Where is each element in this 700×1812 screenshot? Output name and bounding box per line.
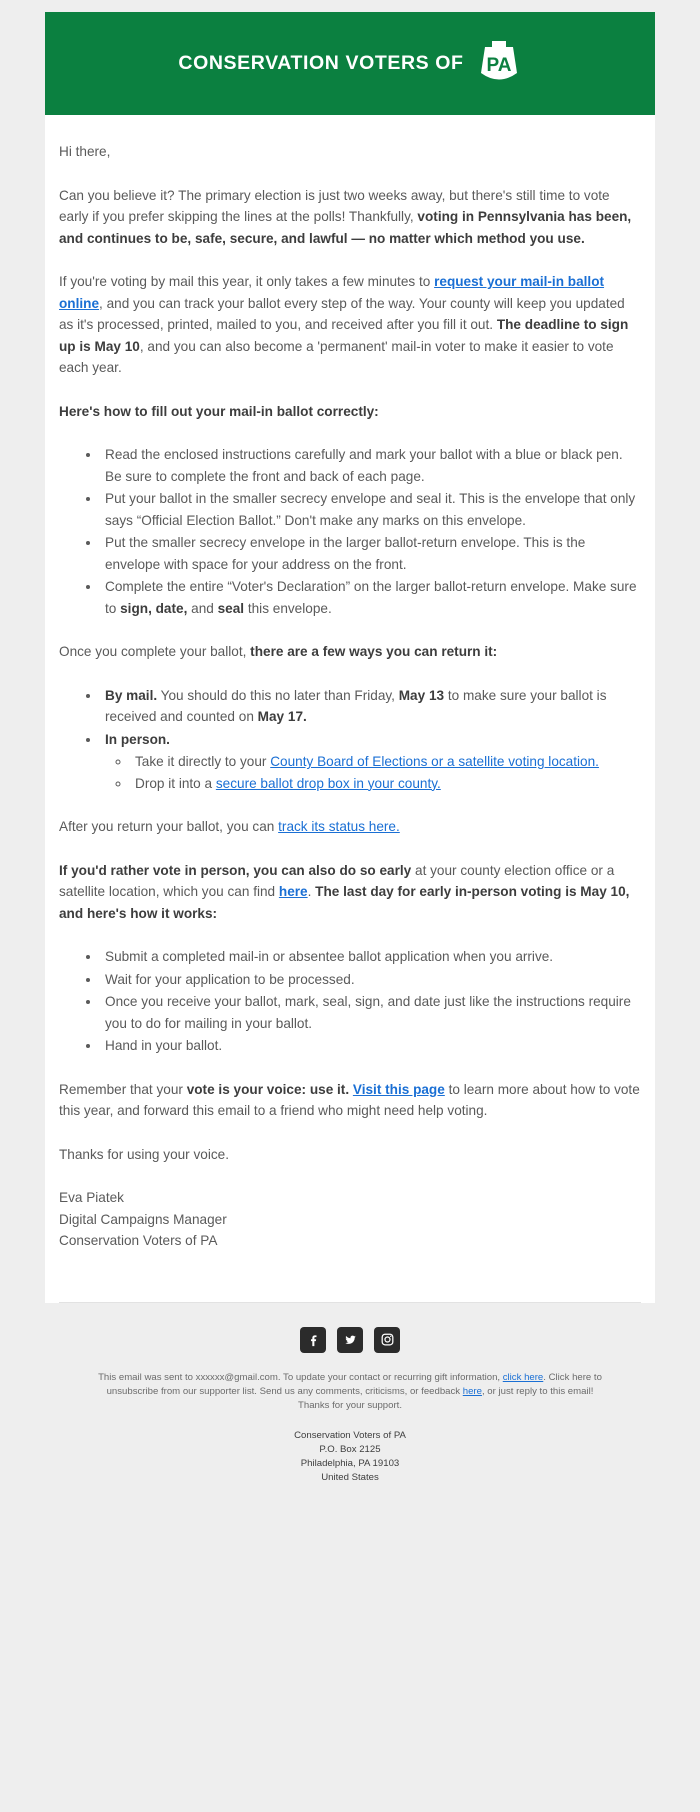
brand-name: CONSERVATION VOTERS OF [178, 52, 464, 74]
list-item: In person. Take it directly to your Coun… [101, 729, 641, 795]
sub-item-1-text: Take it directly to your [135, 754, 271, 769]
howto-heading-text: Here's how to fill out your mail-in ball… [59, 403, 379, 419]
howto-item-4-sign-date: sign, date, [120, 600, 188, 616]
list-item: Submit a completed mail-in or absentee b… [101, 946, 641, 968]
signature-name: Eva Piatek [59, 1190, 124, 1205]
early-voting-emphasis-1: If you'd rather vote in person, you can … [59, 862, 412, 878]
by-mail-text-a: You should do this no later than Friday, [157, 687, 399, 703]
email-container: CONSERVATION VOTERS OF PA Hi there, Can … [0, 0, 700, 1511]
email-header: CONSERVATION VOTERS OF PA [45, 12, 655, 115]
pa-keystone-icon: PA [476, 41, 522, 86]
address-line-2: P.O. Box 2125 [319, 1443, 381, 1455]
list-item: Put the smaller secrecy envelope in the … [101, 532, 641, 575]
mail-ballot-paragraph: If you're voting by mail this year, it o… [59, 271, 641, 379]
fineprint-a: This email was sent to [98, 1371, 196, 1383]
sub-item-2-text: Drop it into a [135, 775, 216, 791]
list-item: Complete the entire “Voter's Declaration… [101, 576, 641, 619]
in-person-sublist: Take it directly to your County Board of… [105, 751, 641, 794]
list-item: Once you receive your ballot, mark, seal… [101, 991, 641, 1034]
early-item-1: Submit a completed mail-in or absentee b… [105, 949, 554, 964]
address-line-1: Conservation Voters of PA [294, 1429, 406, 1441]
signature-title: Digital Campaigns Manager [59, 1211, 227, 1227]
email-footer: This email was sent to xxxxxx@gmail.com.… [45, 1302, 655, 1511]
early-voting-paragraph: If you'd rather vote in person, you can … [59, 860, 641, 925]
return-intro-text: Once you complete your ballot, [59, 644, 251, 659]
closing-paragraph: Remember that your vote is your voice: u… [59, 1079, 641, 1122]
address-line-3: Philadelphia, PA 19103 [300, 1457, 400, 1469]
track-status-text: After you return your ballot, you can [59, 819, 279, 834]
howto-item-3: Put the smaller secrecy envelope in the … [105, 535, 586, 572]
list-item: Take it directly to your County Board of… [131, 751, 641, 773]
list-item: Read the enclosed instructions carefully… [101, 444, 641, 487]
instagram-icon[interactable] [374, 1326, 400, 1353]
howto-heading: Here's how to fill out your mail-in ball… [59, 401, 641, 423]
early-item-3: Once you receive your ballot, mark, seal… [105, 994, 631, 1031]
thanks-line: Thanks for using your voice. [59, 1146, 230, 1162]
list-item: Wait for your application to be processe… [101, 969, 641, 991]
early-item-2: Wait for your application to be processe… [105, 971, 355, 987]
howto-item-4-and: and [187, 600, 218, 616]
drop-box-link[interactable]: secure ballot drop box in your county. [216, 776, 441, 791]
email-body-card: Hi there, Can you believe it? The primar… [45, 115, 655, 1303]
postal-address: Conservation Voters of PA P.O. Box 2125 … [45, 1429, 655, 1485]
howto-item-4-seal: seal [217, 600, 245, 616]
fineprint-b: . To update your contact or recurring gi… [277, 1371, 503, 1383]
address-line-4: United States [321, 1471, 379, 1483]
early-voting-here-link-wrap: here [279, 884, 308, 899]
social-links [45, 1326, 655, 1353]
svg-text:PA: PA [486, 55, 511, 76]
county-board-link[interactable]: County Board of Elections or a satellite… [270, 754, 599, 769]
twitter-icon[interactable] [337, 1326, 363, 1353]
list-item: Hand in your ballot. [101, 1035, 641, 1057]
brand-lockup: CONSERVATION VOTERS OF PA [178, 41, 521, 86]
visit-page-link[interactable]: Visit this page [353, 1082, 445, 1097]
howto-item-2: Put your ballot in the smaller secrecy e… [105, 491, 636, 528]
mail-ballot-text-a: If you're voting by mail this year, it o… [59, 274, 435, 289]
howto-item-4-tail: this envelope. [244, 600, 332, 616]
track-status-paragraph: After you return your ballot, you can tr… [59, 816, 641, 838]
list-item: By mail. You should do this no later tha… [101, 685, 641, 728]
howto-list: Read the enclosed instructions carefully… [59, 444, 641, 619]
howto-item-1: Read the enclosed instructions carefully… [105, 447, 623, 484]
return-methods-list: By mail. You should do this no later tha… [59, 685, 641, 795]
by-mail-count-date: May 17. [257, 709, 307, 724]
signature-org: Conservation Voters of PA [59, 1233, 218, 1248]
track-status-link[interactable]: track its status here. [278, 819, 400, 834]
find-location-link[interactable]: here [279, 884, 308, 899]
early-item-4: Hand in your ballot. [105, 1038, 223, 1053]
signature-block: Eva Piatek Digital Campaigns Manager Con… [59, 1187, 641, 1252]
list-item: Put your ballot in the smaller secrecy e… [101, 488, 641, 531]
closing-text-a: Remember that your [59, 1081, 187, 1097]
greeting: Hi there, [59, 144, 111, 159]
email-content: Hi there, Can you believe it? The primar… [45, 115, 655, 1284]
return-intro: Once you complete your ballot, there are… [59, 641, 641, 663]
in-person-label: In person. [105, 731, 170, 747]
by-mail-label: By mail. [105, 687, 158, 703]
facebook-icon[interactable] [300, 1326, 326, 1353]
intro-paragraph: Can you believe it? The primary election… [59, 185, 641, 250]
update-info-link[interactable]: click here [503, 1372, 544, 1383]
list-item: Drop it into a secure ballot drop box in… [131, 773, 641, 795]
closing-emphasis: vote is your voice: use it. [186, 1081, 350, 1097]
by-mail-deadline: May 13 [398, 687, 445, 703]
recipient-email: xxxxxx@gmail.com [195, 1371, 278, 1383]
return-intro-emphasis: there are a few ways you can return it: [250, 644, 498, 659]
mail-ballot-text-c: , and you can also become a 'permanent' … [59, 338, 614, 376]
feedback-link[interactable]: here [463, 1386, 482, 1397]
footer-fineprint: This email was sent to xxxxxx@gmail.com.… [70, 1371, 630, 1413]
early-voting-list: Submit a completed mail-in or absentee b… [59, 946, 641, 1057]
